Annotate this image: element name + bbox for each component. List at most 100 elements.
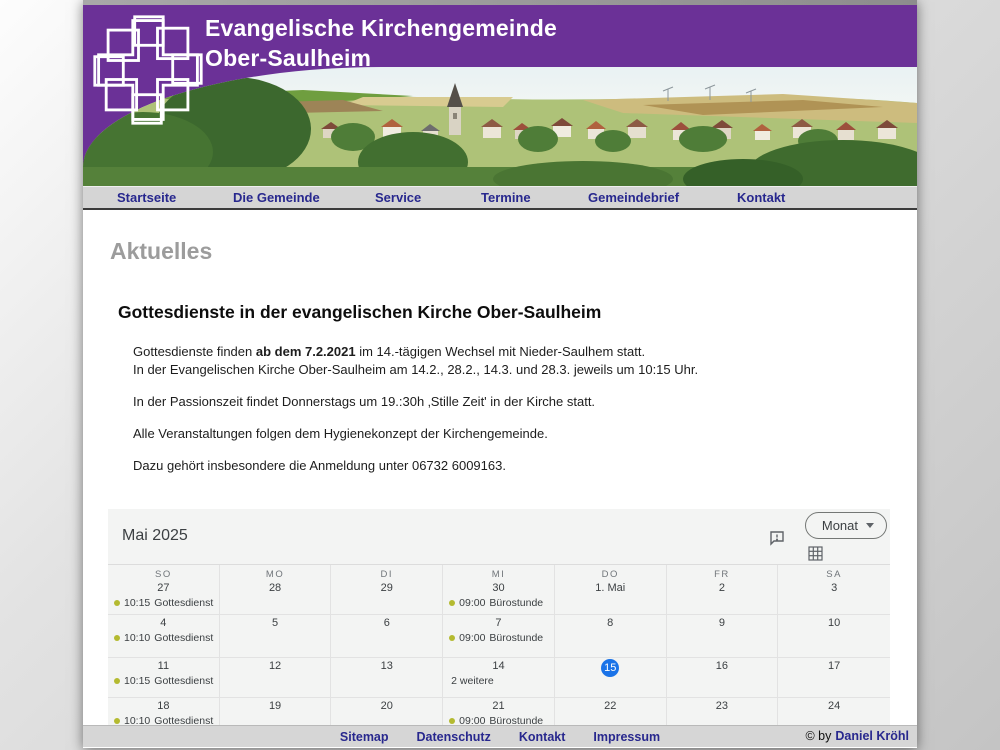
event-time: 10:10 [124, 632, 150, 644]
date-number: 18 [108, 700, 219, 712]
event-title: Bürostunde [489, 715, 543, 725]
paragraph-services: Gottesdienste finden ab dem 7.2.2021 im … [133, 343, 917, 379]
calendar-day-cell: 9 [667, 615, 779, 657]
event-dot-icon [114, 600, 120, 606]
event-time: 10:10 [124, 715, 150, 725]
date-number: 11 [108, 660, 219, 672]
site-header: Evangelische Kirchengemeinde Ober-Saulhe… [83, 5, 917, 186]
date-number: 27 [108, 582, 219, 594]
calendar-day-cell: 17 [778, 658, 890, 697]
nav-item-kontakt[interactable]: Kontakt [737, 187, 785, 209]
date-number: 9 [667, 617, 778, 629]
footer-link-impressum[interactable]: Impressum [593, 730, 660, 744]
calendar-week-row: 18 10:10Gottesdienst192021 09:00Bürostunde… [108, 698, 890, 725]
date-number: 10 [778, 617, 890, 629]
page: Evangelische Kirchengemeinde Ober-Saulhe… [83, 0, 917, 748]
date-number: 20 [331, 700, 442, 712]
village-panorama-photo [83, 67, 917, 186]
date-number: 1. Mai [555, 582, 666, 594]
view-selector-label: Monat [822, 518, 858, 533]
footer-link-sitemap[interactable]: Sitemap [340, 730, 389, 744]
calendar-day-cell: 23 [667, 698, 779, 725]
nav-item-startseite[interactable]: Startseite [117, 187, 176, 209]
event-time: 09:00 [459, 597, 485, 609]
more-events-link[interactable]: 2 weitere [443, 675, 554, 687]
calendar-day-cell: 709:00Bürostunde [443, 615, 555, 657]
calendar-event[interactable]: 09:00Bürostunde [443, 715, 554, 725]
date-number: 24 [778, 700, 890, 712]
event-title: Gottesdienst [154, 597, 213, 609]
calendar-week-row: 410:10Gottesdienst56709:00Bürostunde8910 [108, 615, 890, 658]
site-title: Evangelische Kirchengemeinde Ober-Saulhe… [205, 13, 557, 73]
date-number: 17 [778, 660, 890, 672]
grid-view-icon[interactable] [808, 546, 823, 561]
calendar-day-cell: FR 2 [667, 565, 779, 614]
speech-bubble-exclamation-icon[interactable] [768, 529, 786, 547]
date-number: 28 [220, 582, 331, 594]
calendar-day-cell: DO 1. Mai [555, 565, 667, 614]
calendar-day-cell: 12 [220, 658, 332, 697]
event-time: 10:15 [124, 597, 150, 609]
calendar-day-cell: DI29 [331, 565, 443, 614]
calendar-day-cell: 10 [778, 615, 890, 657]
weekday-header: FR [667, 569, 778, 580]
site-title-line1: Evangelische Kirchengemeinde [205, 13, 557, 43]
weekday-header: MI [443, 569, 554, 580]
view-selector-button[interactable]: Monat [805, 512, 887, 539]
calendar-day-cell: 142 weitere [443, 658, 555, 697]
date-number: 2 [667, 582, 778, 594]
date-number: 23 [667, 700, 778, 712]
weekday-header: MO [220, 569, 331, 580]
calendar-event[interactable]: 09:00 Bürostunde [443, 632, 554, 644]
calendar-day-cell: 13 [331, 658, 443, 697]
date-number: 6 [331, 617, 442, 629]
calendar-day-cell: 15 [555, 658, 667, 697]
calendar-day-cell: MO 28 [220, 565, 332, 614]
calendar-day-cell: 21 09:00Bürostunde [443, 698, 555, 725]
page-title: Aktuelles [110, 238, 917, 265]
calendar-day-cell: MI 30 09:00 Bürostunde [443, 565, 555, 614]
date-number: 3 [778, 582, 890, 594]
copyright-author-link[interactable]: Daniel Kröhl [835, 729, 909, 743]
date-number: 21 [443, 700, 554, 712]
calendar-day-cell: 22 [555, 698, 667, 725]
nav-item-die-gemeinde[interactable]: Die Gemeinde [233, 187, 320, 209]
article-body: Gottesdienste finden ab dem 7.2.2021 im … [133, 343, 917, 475]
calendar-month-title: Mai 2025 [122, 527, 188, 545]
event-title: Bürostunde [489, 632, 543, 644]
calendar-week-row: SO2710:15GottesdienstMO28DI29MI3009:00Bü… [108, 565, 890, 615]
calendar-event[interactable]: 10:15Gottesdienst [108, 675, 219, 687]
calendar-grid: SO2710:15GottesdienstMO28DI29MI3009:00Bü… [108, 564, 890, 725]
event-title: Bürostunde [489, 597, 543, 609]
nav-item-termine[interactable]: Termine [481, 187, 531, 209]
date-number: 4 [108, 617, 219, 629]
article-title: Gottesdienste in der evangelischen Kirch… [118, 302, 917, 323]
calendar-day-cell: 8 [555, 615, 667, 657]
nav-item-gemeindebrief[interactable]: Gemeindebrief [588, 187, 679, 209]
weekday-header: DO [555, 569, 666, 580]
date-number: 5 [220, 617, 331, 629]
event-dot-icon [449, 635, 455, 641]
main-content: Aktuelles Gottesdienste in der evangelis… [83, 210, 917, 725]
calendar-header: Mai 2025 Monat [108, 509, 890, 564]
event-dot-icon [449, 600, 455, 606]
weekday-header: DI [331, 569, 442, 580]
calendar-event[interactable]: 10:10Gottesdienst [108, 715, 219, 725]
calendar-day-cell: 19 [220, 698, 332, 725]
event-dot-icon [114, 635, 120, 641]
calendar-day-cell: 24 [778, 698, 890, 725]
calendar-event[interactable]: 10:15 Gottesdienst [108, 597, 219, 609]
nav-item-service[interactable]: Service [375, 187, 421, 209]
date-number: 30 [443, 582, 554, 594]
footer-link-datenschutz[interactable]: Datenschutz [417, 730, 491, 744]
event-time: 10:15 [124, 675, 150, 687]
footer-link-kontakt[interactable]: Kontakt [519, 730, 566, 744]
event-title: Gottesdienst [154, 632, 213, 644]
event-time: 09:00 [459, 632, 485, 644]
calendar-event[interactable]: 09:00 Bürostunde [443, 597, 554, 609]
calendar-day-cell: SO2710:15Gottesdienst [108, 565, 220, 614]
paragraph-anmeldung: Dazu gehört insbesondere die Anmeldung u… [133, 457, 917, 475]
calendar-day-cell: 18 10:10Gottesdienst [108, 698, 220, 725]
calendar-event[interactable]: 10:10 Gottesdienst [108, 632, 219, 644]
cross-of-squares-icon[interactable] [91, 9, 205, 131]
